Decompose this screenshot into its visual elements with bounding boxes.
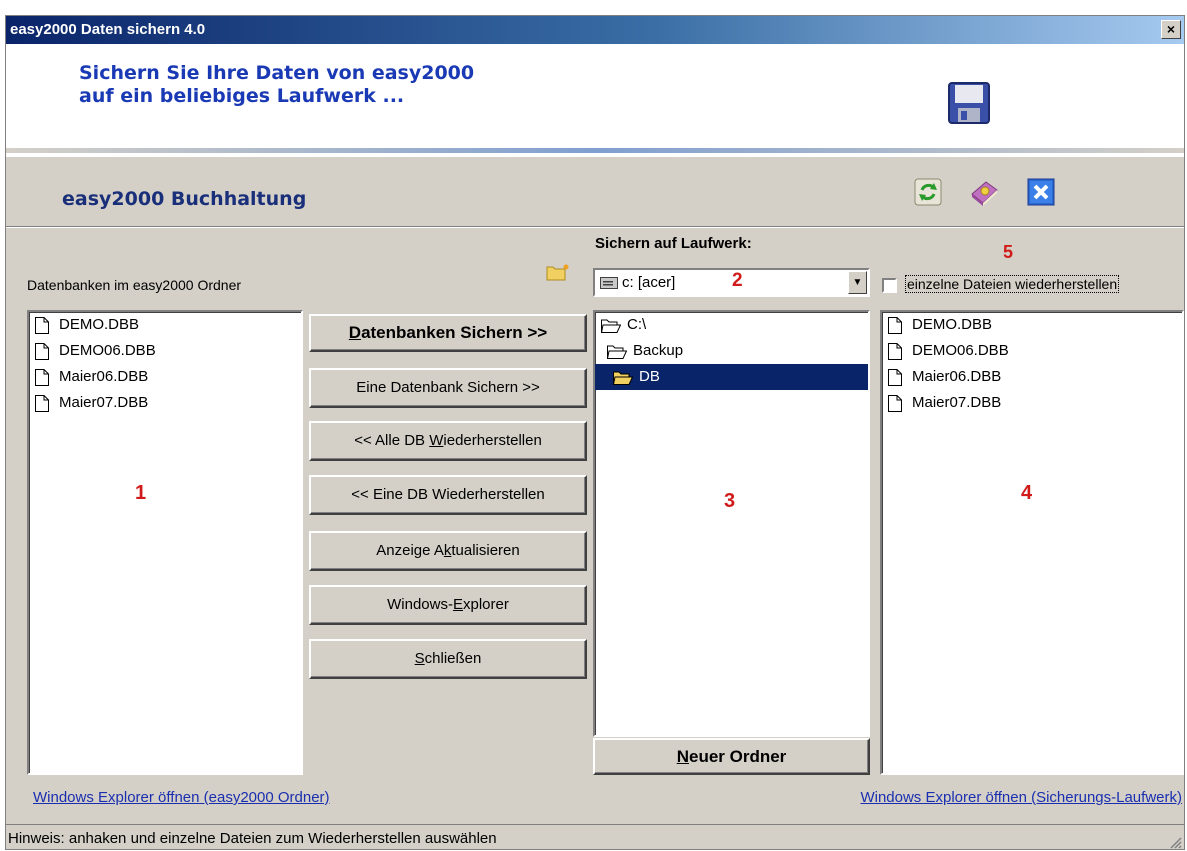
open-explorer-backup-drive-link[interactable]: Windows Explorer öffnen (Sicherungs-Lauf… xyxy=(860,789,1182,806)
status-bar: Hinweis: anhaken und einzelne Dateien zu… xyxy=(6,824,1184,851)
tree-item[interactable]: C:\ xyxy=(595,312,868,338)
list-item[interactable]: Maier06.DBB xyxy=(882,364,1182,390)
help-book-icon[interactable] xyxy=(968,176,1000,208)
folder-name: DB xyxy=(639,368,660,385)
banner-line-1: Sichern Sie Ihre Daten von easy2000 xyxy=(79,62,475,84)
right-file-list[interactable]: DEMO.DBB DEMO06.DBB Maier06.DBB Maier07.DBB… xyxy=(880,310,1184,775)
file-name: DEMO.DBB xyxy=(59,316,140,333)
file-icon xyxy=(888,394,902,412)
folder-icon xyxy=(601,319,621,333)
btn-text-post: tualisieren xyxy=(451,542,520,559)
restore-all-button[interactable]: << Alle DB Wiederherstellen xyxy=(309,421,587,461)
window-close-button[interactable]: × xyxy=(1161,20,1181,39)
tree-item[interactable]: DB xyxy=(595,364,868,390)
file-icon xyxy=(888,342,902,360)
hard-drive-icon xyxy=(600,277,618,289)
marker-2: 2 xyxy=(732,270,743,291)
restore-one-button[interactable]: << Eine DB Wiederherstellen xyxy=(309,475,587,515)
marker-4: 4 xyxy=(1021,482,1033,504)
file-icon xyxy=(35,316,49,334)
btn-text-accel: N xyxy=(676,747,689,766)
banner-separator xyxy=(6,148,1184,153)
btn-text-post: euer Ordner xyxy=(688,747,787,766)
window-title: easy2000 Daten sichern 4.0 xyxy=(10,21,206,38)
banner-text: Sichern Sie Ihre Daten von easy2000 auf … xyxy=(79,62,474,108)
backup-all-button[interactable]: Datenbanken Sichern >> xyxy=(309,314,587,352)
file-icon xyxy=(35,368,49,386)
file-icon xyxy=(888,368,902,386)
resize-grip-icon[interactable] xyxy=(1168,835,1182,849)
folder-name: C:\ xyxy=(627,316,647,333)
folder-icon xyxy=(613,371,633,385)
btn-text-pre: << Eine DB Wiederherstellen xyxy=(351,486,545,503)
btn-text-accel: D xyxy=(348,323,362,342)
restore-single-files-label[interactable]: einzelne Dateien wiederherstellen xyxy=(905,275,1120,293)
open-folder-icon[interactable] xyxy=(546,263,570,281)
btn-text-pre: Windows- xyxy=(387,596,453,613)
title-bar[interactable]: easy2000 Daten sichern 4.0 × xyxy=(6,16,1184,44)
folder-tree[interactable]: C:\ Backup DB 3 xyxy=(593,310,870,737)
drive-select[interactable]: c: [acer] 2 ▼ xyxy=(593,268,870,297)
file-icon xyxy=(35,394,49,412)
marker-3: 3 xyxy=(724,490,736,512)
btn-text-pre: Eine Datenbank Sichern >> xyxy=(356,379,540,396)
list-item[interactable]: DEMO.DBB xyxy=(882,312,1182,338)
list-item[interactable]: DEMO06.DBB xyxy=(29,338,301,364)
open-explorer-easy2000-link[interactable]: Windows Explorer öffnen (easy2000 Ordner… xyxy=(33,789,330,806)
btn-text-post: atenbanken Sichern >> xyxy=(361,323,548,342)
backup-one-button[interactable]: Eine Datenbank Sichern >> xyxy=(309,368,587,408)
btn-text-pre: << Alle DB xyxy=(354,432,430,449)
close-icon[interactable] xyxy=(1025,176,1057,208)
btn-text-post: iederherstellen xyxy=(443,432,542,449)
left-file-list[interactable]: DEMO.DBB DEMO06.DBB Maier06.DBB Maier07.DBB… xyxy=(27,310,303,775)
refresh-icon[interactable] xyxy=(912,176,944,208)
folder-name: Backup xyxy=(633,342,684,359)
file-name: Maier07.DBB xyxy=(912,394,1002,411)
file-name: Maier06.DBB xyxy=(59,368,149,385)
left-list-label: Datenbanken im easy2000 Ordner xyxy=(27,277,242,293)
file-name: DEMO06.DBB xyxy=(59,342,156,359)
file-name: Maier07.DBB xyxy=(59,394,149,411)
windows-explorer-button[interactable]: Windows-Explorer xyxy=(309,585,587,625)
btn-text-accel: E xyxy=(452,596,463,613)
section-title: easy2000 Buchhaltung xyxy=(62,188,307,210)
drive-label: Sichern auf Laufwerk: xyxy=(595,235,752,252)
list-item[interactable]: DEMO06.DBB xyxy=(882,338,1182,364)
section-divider xyxy=(6,226,1184,228)
file-name: DEMO06.DBB xyxy=(912,342,1009,359)
chevron-down-icon[interactable]: ▼ xyxy=(848,271,867,294)
btn-text-post: chließen xyxy=(424,650,482,667)
floppy-disk-icon xyxy=(948,82,990,124)
file-icon xyxy=(888,316,902,334)
marker-1: 1 xyxy=(135,482,147,504)
file-name: Maier06.DBB xyxy=(912,368,1002,385)
restore-single-files-checkbox[interactable] xyxy=(882,278,897,293)
close-button[interactable]: Schließen xyxy=(309,639,587,679)
backup-dialog: easy2000 Daten sichern 4.0 × Sichern Sie… xyxy=(5,15,1185,850)
file-name: DEMO.DBB xyxy=(912,316,993,333)
list-item[interactable]: Maier07.DBB xyxy=(882,390,1182,416)
btn-text-pre: Anzeige A xyxy=(376,542,444,559)
list-item[interactable]: Maier06.DBB xyxy=(29,364,301,390)
btn-text-accel: W xyxy=(429,432,444,449)
tree-item[interactable]: Backup xyxy=(595,338,868,364)
list-item[interactable]: Maier07.DBB xyxy=(29,390,301,416)
btn-text-post: xplorer xyxy=(463,596,509,613)
new-folder-button[interactable]: Neuer Ordner xyxy=(593,738,870,775)
status-text: Hinweis: anhaken und einzelne Dateien zu… xyxy=(8,830,497,847)
list-item[interactable]: DEMO.DBB xyxy=(29,312,301,338)
btn-text-accel: S xyxy=(414,650,425,667)
folder-icon xyxy=(607,345,627,359)
file-icon xyxy=(35,342,49,360)
drive-select-value: c: [acer] xyxy=(622,274,676,291)
marker-5: 5 xyxy=(1003,242,1014,262)
banner-line-2: auf ein beliebiges Laufwerk ... xyxy=(79,85,405,107)
header-banner: Sichern Sie Ihre Daten von easy2000 auf … xyxy=(6,44,1184,157)
refresh-view-button[interactable]: Anzeige Aktualisieren xyxy=(309,531,587,571)
